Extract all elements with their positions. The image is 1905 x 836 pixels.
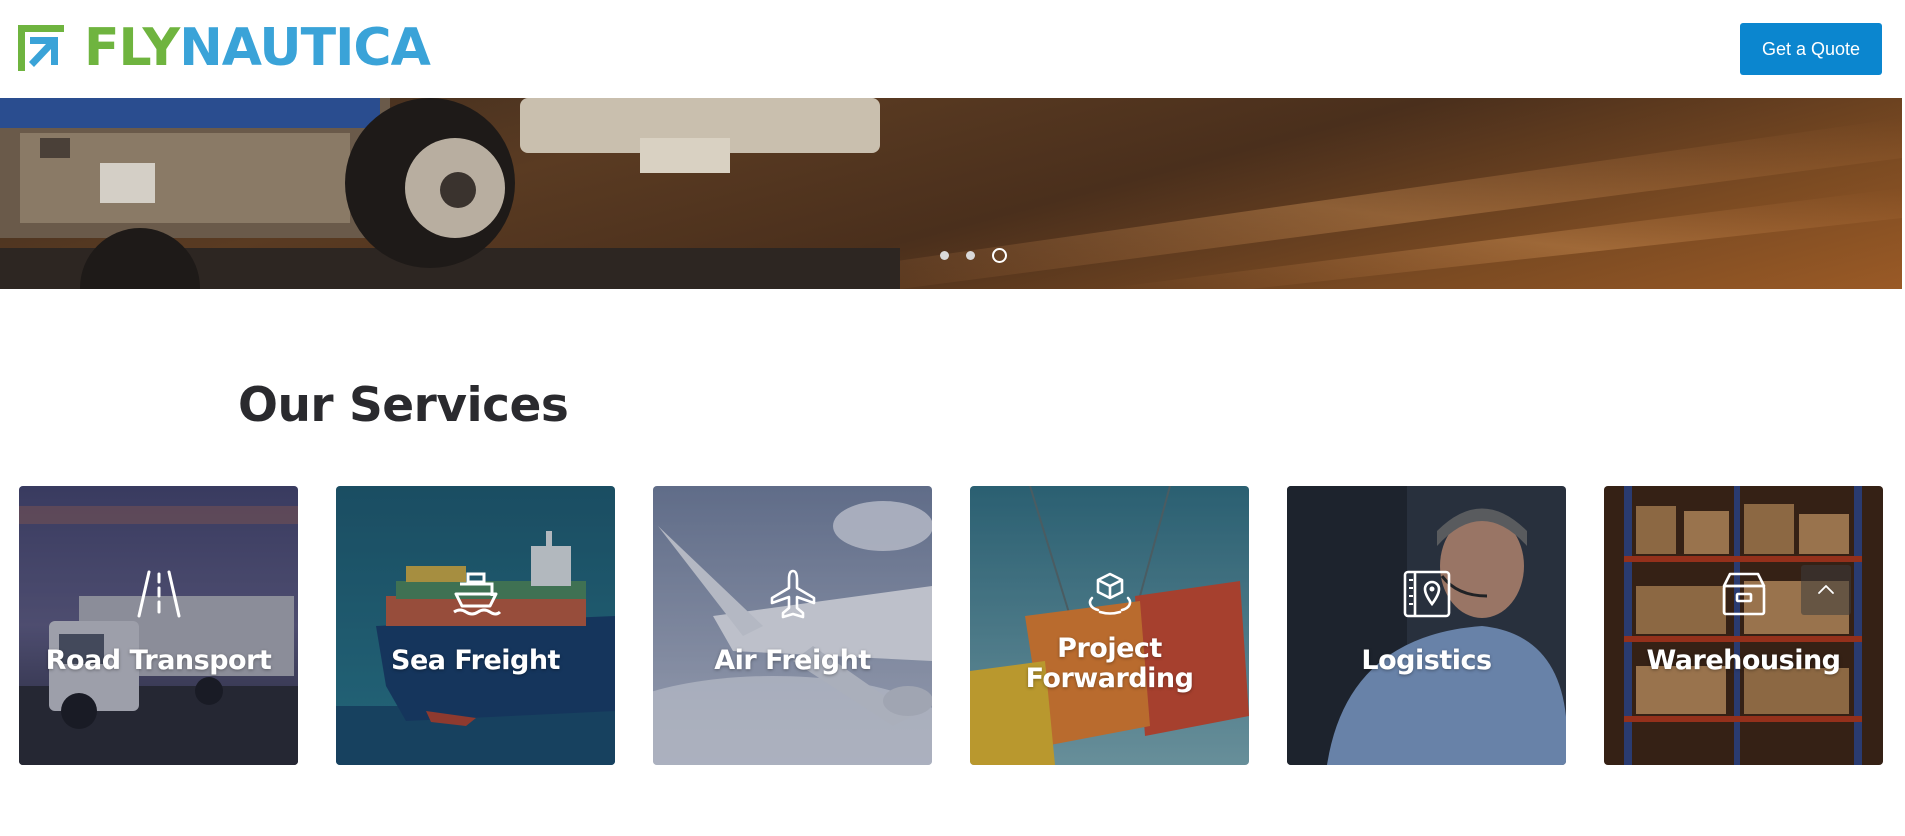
site-header: FLYNAUTICA Get a Quote <box>0 0 1905 98</box>
road-icon <box>137 570 180 618</box>
service-label: Air Freight <box>714 645 871 676</box>
logo-nautica: NAUTICA <box>179 18 431 78</box>
service-label: Logistics <box>1361 645 1492 676</box>
logo-mark-icon <box>18 25 64 71</box>
get-a-quote-button[interactable]: Get a Quote <box>1740 23 1882 75</box>
services-title: Our Services <box>238 378 569 433</box>
service-card-warehousing[interactable]: Warehousing <box>1604 486 1883 765</box>
chevron-up-icon <box>1818 585 1834 594</box>
project-forwarding-image <box>970 486 1249 765</box>
slider-dot-1[interactable] <box>940 251 949 260</box>
warehousing-image <box>1604 486 1883 765</box>
service-card-project-forwarding[interactable]: Project Forwarding <box>970 486 1249 765</box>
logo-wordmark: FLYNAUTICA <box>84 22 431 74</box>
brand-logo[interactable]: FLYNAUTICA <box>18 22 431 74</box>
slider-dots <box>940 248 1007 263</box>
service-label: Warehousing <box>1646 645 1841 676</box>
road-transport-image <box>19 486 298 765</box>
logo-fly: FLY <box>84 18 180 78</box>
slider-dot-2[interactable] <box>966 251 975 260</box>
service-card-road-transport[interactable]: Road Transport <box>19 486 298 765</box>
service-card-logistics[interactable]: Logistics <box>1287 486 1566 765</box>
service-card-sea-freight[interactable]: Sea Freight <box>336 486 615 765</box>
service-label: Sea Freight <box>391 645 560 676</box>
air-freight-image <box>653 486 932 765</box>
service-card-air-freight[interactable]: Air Freight <box>653 486 932 765</box>
ship-icon <box>452 572 501 616</box>
archive-box-icon <box>1722 572 1765 616</box>
package-rotate-icon <box>1088 572 1131 615</box>
service-label: Project Forwarding <box>1025 633 1194 694</box>
sea-freight-image <box>336 486 615 765</box>
hero-slider <box>0 98 1902 289</box>
airplane-icon <box>770 569 815 619</box>
service-label: Road Transport <box>45 645 272 676</box>
scroll-to-top-button[interactable] <box>1801 565 1851 615</box>
logistics-image <box>1287 486 1566 765</box>
slider-dot-3[interactable] <box>992 248 1007 263</box>
map-pin-book-icon <box>1403 570 1450 618</box>
